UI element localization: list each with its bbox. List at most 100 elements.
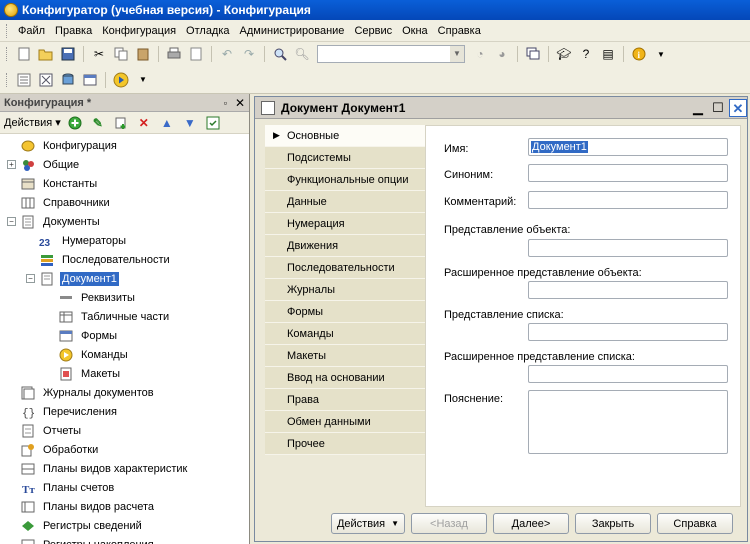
- property-tab[interactable]: Ввод на основании: [265, 367, 425, 389]
- save-icon[interactable]: [60, 46, 76, 62]
- copy-item-icon[interactable]: [113, 115, 129, 131]
- find-next-icon[interactable]: ◔: [472, 46, 488, 62]
- property-tab[interactable]: Функциональные опции: [265, 169, 425, 191]
- property-tab[interactable]: Макеты: [265, 345, 425, 367]
- help-book-icon[interactable]: ▤: [600, 46, 616, 62]
- preview-icon[interactable]: [188, 46, 204, 62]
- find-in-files-icon[interactable]: [272, 46, 288, 62]
- windows-icon[interactable]: [525, 46, 541, 62]
- property-tab[interactable]: Журналы: [265, 279, 425, 301]
- sort-icon[interactable]: [205, 115, 221, 131]
- edit-icon[interactable]: ✎: [90, 115, 106, 131]
- list-representation-field[interactable]: [528, 323, 728, 341]
- pin-icon[interactable]: ▫: [224, 98, 227, 108]
- undo-icon[interactable]: ↶: [219, 46, 235, 62]
- property-tab[interactable]: Данные: [265, 191, 425, 213]
- help-button[interactable]: Справка: [657, 513, 733, 534]
- find-prev-icon[interactable]: ◕: [494, 46, 510, 62]
- tree-item[interactable]: Формы: [0, 326, 249, 345]
- menu-configuration[interactable]: Конфигурация: [97, 25, 181, 37]
- tree-item[interactable]: Тт Планы счетов: [0, 478, 249, 497]
- tree-item[interactable]: Журналы документов: [0, 383, 249, 402]
- tree-item[interactable]: + Общие: [0, 155, 249, 174]
- menu-file[interactable]: Файл: [13, 25, 50, 37]
- paste-icon[interactable]: [135, 46, 151, 62]
- property-tab[interactable]: Нумерация: [265, 213, 425, 235]
- object-representation-field[interactable]: [528, 239, 728, 257]
- tree-item[interactable]: Команды: [0, 345, 249, 364]
- delete-icon[interactable]: ✕: [136, 115, 152, 131]
- database-config-icon[interactable]: [60, 72, 76, 88]
- close-icon[interactable]: ✕: [729, 98, 747, 117]
- print-icon[interactable]: [166, 46, 182, 62]
- collapse-icon[interactable]: −: [26, 274, 35, 283]
- tree-item[interactable]: Конфигурация: [0, 136, 249, 155]
- property-tab[interactable]: Формы: [265, 301, 425, 323]
- chevron-down-icon[interactable]: ▼: [450, 46, 464, 62]
- tree-item[interactable]: 23 Нумераторы: [0, 231, 249, 250]
- menu-windows[interactable]: Окна: [397, 25, 433, 37]
- syntax-helper-icon[interactable]: 🎓︎: [556, 46, 572, 62]
- back-button[interactable]: <Назад: [411, 513, 487, 534]
- open-folder-icon[interactable]: [38, 46, 54, 62]
- tree-item[interactable]: Обработки: [0, 440, 249, 459]
- move-up-icon[interactable]: ▲: [159, 115, 175, 131]
- tree-item[interactable]: Регистры накопления: [0, 535, 249, 544]
- tree-item[interactable]: Справочники: [0, 193, 249, 212]
- tree-item[interactable]: − Документ1: [0, 269, 249, 288]
- maximize-icon[interactable]: ☐: [709, 99, 727, 117]
- property-tab[interactable]: Подсистемы: [265, 147, 425, 169]
- close-button[interactable]: Закрыть: [575, 513, 651, 534]
- tree-item[interactable]: − Документы: [0, 212, 249, 231]
- search-combo[interactable]: ▼: [317, 45, 465, 63]
- tree-item[interactable]: Последовательности: [0, 250, 249, 269]
- tree-item[interactable]: Регистры сведений: [0, 516, 249, 535]
- help-search-icon[interactable]: ?: [578, 46, 594, 62]
- synonym-field[interactable]: [528, 164, 728, 182]
- tree-item[interactable]: Табличные части: [0, 307, 249, 326]
- menu-service[interactable]: Сервис: [349, 25, 397, 37]
- tree-item[interactable]: Планы видов характеристик: [0, 459, 249, 478]
- add-icon[interactable]: [67, 115, 83, 131]
- tree-item[interactable]: Отчеты: [0, 421, 249, 440]
- tree-item[interactable]: Реквизиты: [0, 288, 249, 307]
- debug-dropdown-icon[interactable]: ▼: [135, 72, 151, 88]
- redo-icon[interactable]: ↷: [241, 46, 257, 62]
- actions-button[interactable]: Действия ▼: [331, 513, 405, 534]
- tree-item[interactable]: Планы видов расчета: [0, 497, 249, 516]
- move-down-icon[interactable]: ▼: [182, 115, 198, 131]
- search-icon[interactable]: 🔍︎: [294, 46, 310, 62]
- tree-item[interactable]: Константы: [0, 174, 249, 193]
- close-icon[interactable]: ✕: [235, 96, 245, 110]
- minimize-icon[interactable]: ▁: [689, 99, 707, 117]
- property-tab[interactable]: Последовательности: [265, 257, 425, 279]
- next-button[interactable]: Далее>: [493, 513, 569, 534]
- name-field[interactable]: Документ1: [528, 138, 728, 156]
- start-debug-icon[interactable]: [113, 72, 129, 88]
- window-config-icon[interactable]: [82, 72, 98, 88]
- property-tab[interactable]: Обмен данными: [265, 411, 425, 433]
- new-file-icon[interactable]: [16, 46, 32, 62]
- collapse-icon[interactable]: −: [7, 217, 16, 226]
- copy-icon[interactable]: [113, 46, 129, 62]
- property-tab[interactable]: ▶ Основные: [265, 125, 425, 147]
- property-tab[interactable]: Права: [265, 389, 425, 411]
- cut-icon[interactable]: ✂: [91, 46, 107, 62]
- info-icon[interactable]: i: [631, 46, 647, 62]
- menu-administration[interactable]: Администрирование: [235, 25, 350, 37]
- compare-config-icon[interactable]: [38, 72, 54, 88]
- tree-item[interactable]: Макеты: [0, 364, 249, 383]
- property-tab[interactable]: Команды: [265, 323, 425, 345]
- property-tab[interactable]: Прочее: [265, 433, 425, 455]
- ext-object-representation-field[interactable]: [528, 281, 728, 299]
- expand-icon[interactable]: +: [7, 160, 16, 169]
- open-config-icon[interactable]: [16, 72, 32, 88]
- explanation-textarea[interactable]: [528, 390, 728, 454]
- menu-edit[interactable]: Правка: [50, 25, 97, 37]
- property-tab[interactable]: Движения: [265, 235, 425, 257]
- actions-menu-button[interactable]: Действия ▾: [4, 116, 61, 129]
- tree-item[interactable]: {} Перечисления: [0, 402, 249, 421]
- comment-field[interactable]: [528, 191, 728, 209]
- ext-list-representation-field[interactable]: [528, 365, 728, 383]
- menu-help[interactable]: Справка: [433, 25, 486, 37]
